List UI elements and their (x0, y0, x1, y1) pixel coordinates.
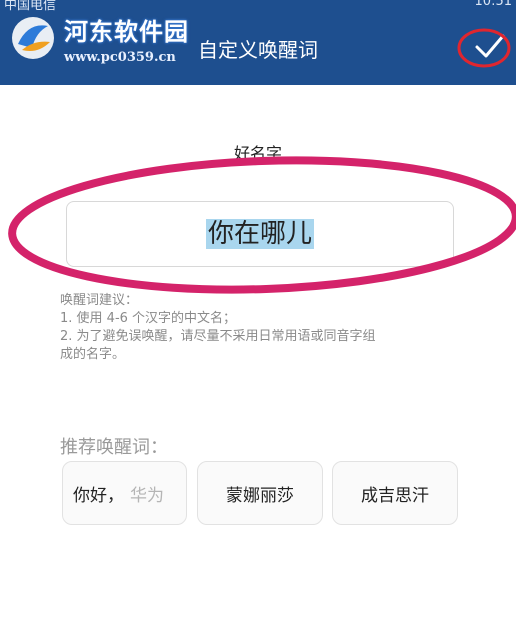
recommend-chips: 你好， 华为 蒙娜丽莎 成吉思汗 (0, 461, 516, 527)
status-carrier: 中国电信 (4, 0, 57, 13)
wake-word-input[interactable]: 你在哪儿 (66, 201, 454, 267)
tips-line: 2. 为了避免误唤醒，请尽量不采用日常用语或同音字组 (60, 329, 376, 344)
chip-label: 蒙娜丽莎 (226, 485, 294, 506)
app-header: 中国电信 10:51 河东软件园 www.pc0359.cn 自定义唤醒词 (0, 0, 516, 85)
tips-line: 成的名字。 (60, 347, 126, 362)
recommend-title: 推荐唤醒词： (60, 437, 168, 458)
wake-word-tips: 唤醒词建议： 1. 使用 4-6 个汉字的中文名； 2. 为了避免误唤醒，请尽量… (60, 292, 480, 364)
recommend-chip-mona-lisa[interactable]: 蒙娜丽莎 (197, 461, 323, 525)
recommend-chip-hello-huawei[interactable]: 你好， 华为 (62, 461, 187, 525)
page-title: 自定义唤醒词 (198, 38, 318, 62)
status-time: 10:51 (474, 0, 512, 9)
annotation-circle (457, 28, 511, 68)
wake-word-input-value: 你在哪儿 (205, 219, 314, 249)
chip-label: 成吉思汗 (361, 485, 429, 506)
name-field-label: 好名字 (233, 144, 282, 163)
tips-heading: 唤醒词建议： (60, 293, 139, 308)
recommend-chip-genghis-khan[interactable]: 成吉思汗 (332, 461, 458, 525)
chip-label-faded: 华为 (130, 485, 164, 506)
chip-label: 你好， (73, 485, 124, 506)
tips-line: 1. 使用 4-6 个汉字的中文名； (60, 311, 237, 326)
